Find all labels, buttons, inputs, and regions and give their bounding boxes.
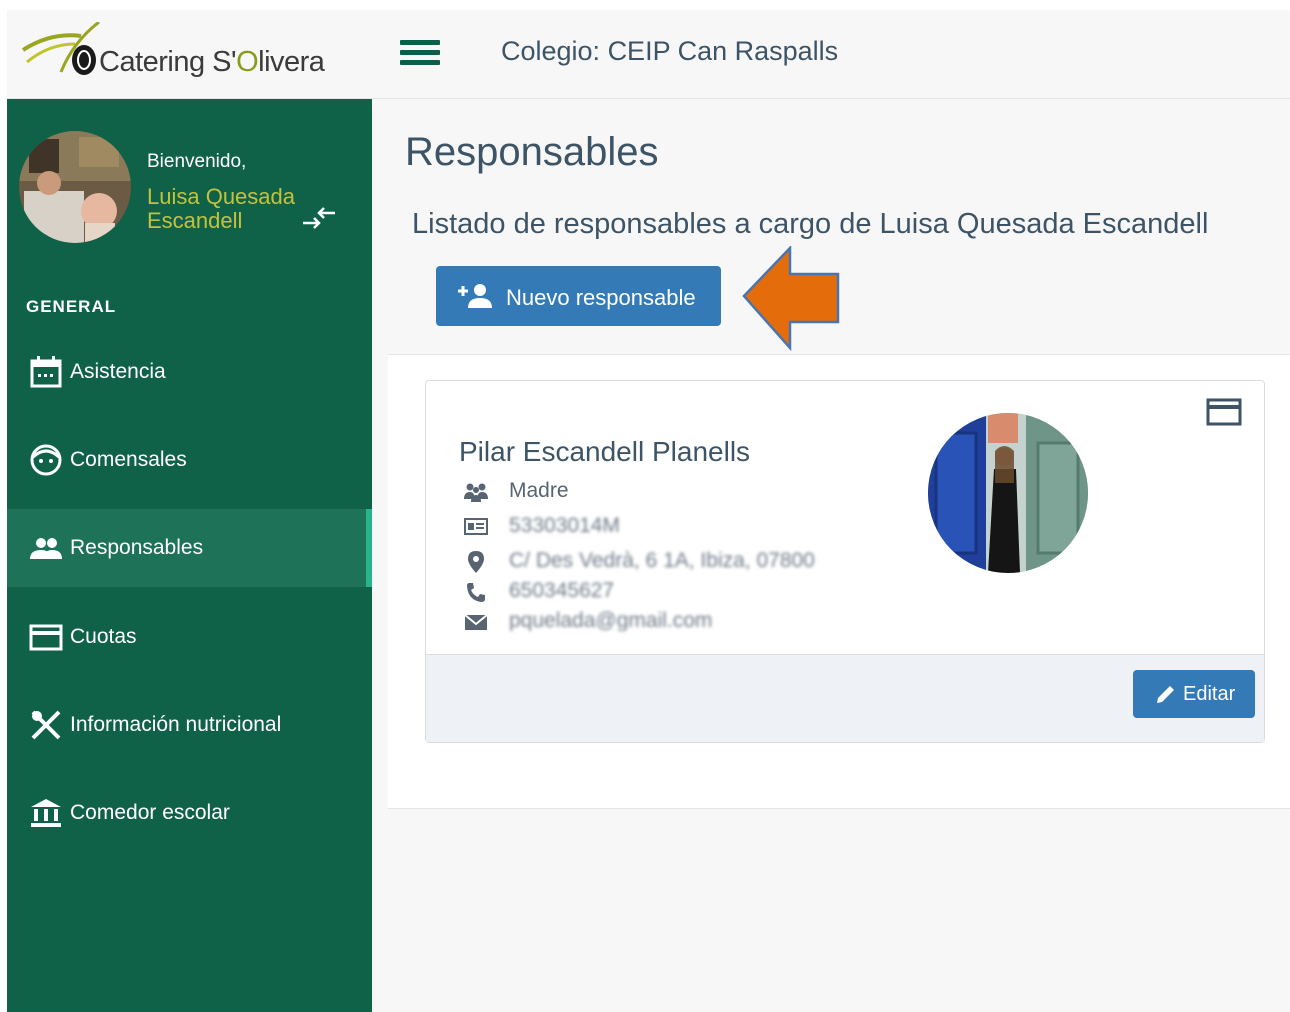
section-general: GENERAL [26, 297, 117, 316]
card-name: Pilar Escandell Planells [459, 436, 751, 467]
edit-label: Editar [1183, 683, 1236, 705]
bank-icon [31, 799, 61, 827]
sidebar-item-cuotas[interactable]: Cuotas [7, 598, 372, 676]
olive-logo-icon [21, 22, 100, 75]
switch-user-icon[interactable] [301, 203, 337, 233]
card-phone-row: 650345627 [462, 579, 882, 607]
sidebar-item-label: Responsables [70, 536, 204, 559]
sidebar-item-label: Cuotas [70, 625, 137, 648]
sidebar-item-label: Comedor escolar [70, 801, 230, 824]
card-email-row: pquelada@gmail.com [462, 609, 882, 637]
card-relation: Madre [509, 479, 569, 502]
sidebar-item-comedor-escolar[interactable]: Comedor escolar [7, 774, 372, 852]
sidebar-item-label: Información nutricional [70, 713, 282, 736]
phone-icon [467, 583, 485, 602]
id-card-icon [464, 518, 488, 535]
menu-toggle-button[interactable] [400, 40, 440, 68]
sidebar-item-responsables[interactable]: Responsables [7, 509, 372, 587]
app-frame: Catering S'Olivera Colegio: CEIP Can Ras… [7, 10, 1290, 1012]
credit-card-icon [29, 624, 63, 651]
envelope-icon [464, 614, 488, 630]
sidebar-item-comensales[interactable]: Comensales [7, 421, 372, 499]
new-responsable-button[interactable]: Nuevo responsable [436, 266, 721, 326]
card-phone: 650345627 [509, 579, 615, 601]
credit-card-icon[interactable] [1206, 397, 1242, 427]
new-responsable-label: Nuevo responsable [506, 285, 696, 310]
avatar [19, 131, 131, 243]
sidebar: Bienvenido, Luisa Quesada Escandell GENE… [7, 99, 372, 1012]
card-address-row: C/ Des Vedrà, 6 1A, Ibiza, 07800 [462, 549, 882, 577]
people-icon [30, 538, 62, 559]
card-dni: 53303014M [509, 514, 620, 536]
card-relation-row: Madre [462, 479, 882, 507]
logo: Catering S'Olivera [21, 22, 351, 82]
cutlery-icon [31, 710, 61, 740]
family-icon [464, 483, 488, 502]
responsable-photo [928, 413, 1088, 573]
welcome-text: Bienvenido, [147, 151, 247, 172]
add-person-icon [458, 284, 492, 308]
pencil-icon [1157, 686, 1174, 703]
sidebar-item-label: Asistencia [70, 360, 166, 383]
orange-arrow-icon [742, 246, 840, 352]
calendar-icon [30, 356, 62, 388]
edit-button[interactable]: Editar [1133, 670, 1255, 718]
sidebar-item-asistencia[interactable]: Asistencia [7, 333, 372, 411]
card-dni-row: 53303014M [462, 514, 882, 542]
page-subtitle: Listado de responsables a cargo de Luisa… [412, 208, 1209, 240]
top-bar: Catering S'Olivera Colegio: CEIP Can Ras… [7, 10, 1290, 99]
location-pin-icon [468, 551, 484, 573]
page-title: Responsables [405, 130, 659, 174]
card-email: pquelada@gmail.com [509, 609, 713, 631]
face-icon [30, 444, 62, 476]
brand-name: Catering S'Olivera [99, 46, 325, 78]
user-name[interactable]: Luisa Quesada Escandell [147, 185, 317, 233]
responsable-card: Pilar Escandell Planells Madre 53303014M [425, 380, 1265, 743]
sidebar-item-informacion-nutricional[interactable]: Información nutricional [7, 686, 372, 764]
sidebar-item-label: Comensales [70, 448, 187, 471]
card-footer: Editar [426, 654, 1264, 742]
card-address: C/ Des Vedrà, 6 1A, Ibiza, 07800 [509, 549, 815, 571]
school-name: Colegio: CEIP Can Raspalls [501, 36, 839, 66]
